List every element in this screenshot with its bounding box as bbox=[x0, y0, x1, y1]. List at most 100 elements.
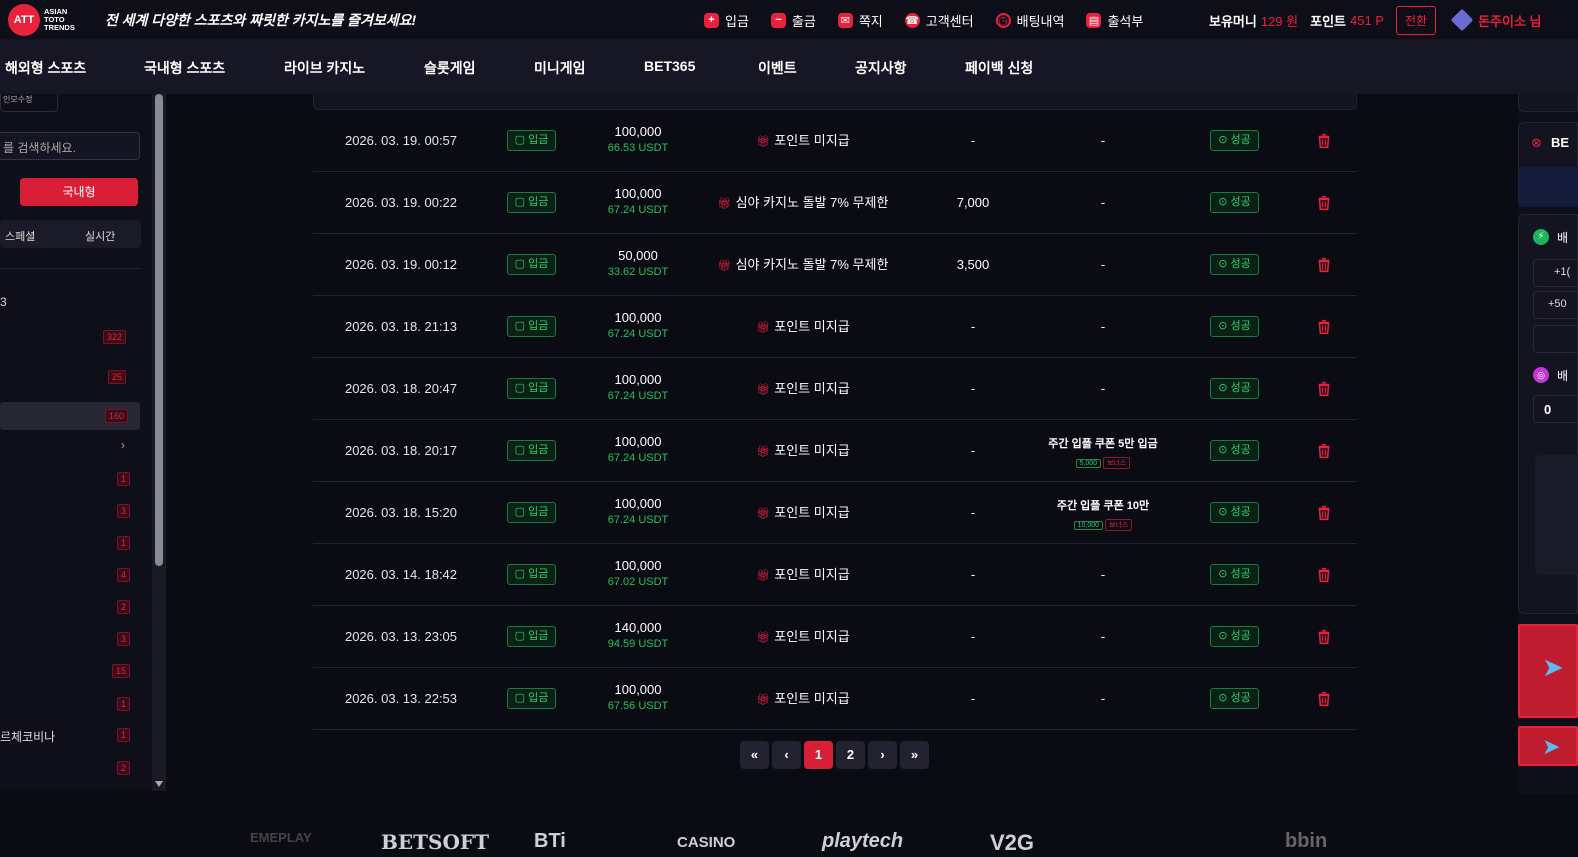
next-page-button[interactable]: › bbox=[868, 741, 897, 769]
amount-cell: 100,000 67.24 USDT bbox=[583, 372, 693, 404]
sidebar-top-tab[interactable]: 인모수정 bbox=[0, 94, 58, 112]
page-2-button[interactable]: 2 bbox=[836, 741, 865, 769]
table-row: 2026. 03. 19. 00:57 ▢ 입금 100,000 66.53 USDT… bbox=[313, 110, 1357, 172]
row-date: 2026. 03. 19. 00:22 bbox=[344, 195, 458, 210]
mainnav-event[interactable]: 이벤트 bbox=[758, 58, 797, 78]
delete-trash-icon[interactable] bbox=[1315, 380, 1333, 398]
delete-trash-icon[interactable] bbox=[1315, 504, 1333, 522]
domestic-button[interactable]: 국내형 bbox=[20, 178, 138, 206]
close-circle-icon[interactable]: ⊗ bbox=[1531, 135, 1542, 151]
right-panel: ⊗ BE ⚡ 배 +1( +50 ◎ 배 0 ➤ ➤ bbox=[1518, 94, 1578, 794]
topnav-attendance[interactable]: ▤ 출석부 bbox=[1086, 11, 1143, 30]
promo-cell: 🎁︎ 포인트 미지급 bbox=[756, 319, 850, 334]
username: 돈주이소 님 bbox=[1478, 13, 1542, 29]
list-item[interactable]: 1 bbox=[0, 690, 140, 718]
check-circle-icon: ⊙ bbox=[1218, 382, 1231, 394]
type-badge: ▢ 입금 bbox=[507, 130, 556, 151]
page-1-button[interactable]: 1 bbox=[804, 741, 833, 769]
list-item[interactable]: 4 bbox=[0, 561, 140, 589]
prev-page-button[interactable]: ‹ bbox=[772, 741, 801, 769]
amount-cell: 50,000 33.62 USDT bbox=[583, 248, 693, 280]
coupon-tag: 보너스 bbox=[1103, 457, 1131, 469]
mainnav-payback[interactable]: 페이백 신청 bbox=[965, 58, 1033, 78]
telegram-banner[interactable]: ➤ bbox=[1518, 624, 1578, 718]
amount-krw: 100,000 bbox=[614, 682, 662, 697]
row-date: 2026. 03. 14. 18:42 bbox=[344, 567, 458, 582]
mainnav-live-casino[interactable]: 라이브 카지노 bbox=[284, 58, 365, 78]
right-panel-tab[interactable] bbox=[1518, 94, 1578, 112]
quick-amount-button[interactable] bbox=[1533, 325, 1578, 353]
mainnav-overseas-sports[interactable]: 해외형 스포츠 bbox=[5, 58, 86, 78]
list-item[interactable]: 15 bbox=[0, 657, 140, 685]
mainnav-bet365[interactable]: BET365 bbox=[644, 58, 695, 74]
bet-panel: ⚡ 배 +1( +50 ◎ 배 0 bbox=[1518, 214, 1578, 614]
list-item[interactable]: 322 bbox=[0, 323, 140, 351]
amount-usdt: 66.53 USDT bbox=[607, 142, 669, 154]
mainnav-notice[interactable]: 공지사항 bbox=[855, 58, 907, 78]
provider-logo: V2G bbox=[990, 830, 1035, 855]
list-item[interactable]: 1 bbox=[0, 465, 140, 493]
switch-button[interactable]: 전환 bbox=[1395, 5, 1437, 35]
table-row: 2026. 03. 18. 20:47 ▢ 입금 100,000 67.24 USDT… bbox=[313, 358, 1357, 420]
sidebar-tabs: 스페셜 실시간 bbox=[0, 220, 141, 248]
first-page-button[interactable]: « bbox=[740, 741, 769, 769]
row-date: 2026. 03. 13. 22:53 bbox=[344, 691, 458, 706]
check-circle-icon: ⊙ bbox=[1218, 444, 1231, 456]
scroll-thumb[interactable] bbox=[155, 94, 163, 566]
list-item[interactable]: 1 bbox=[0, 529, 140, 557]
list-item[interactable]: › bbox=[0, 434, 140, 462]
delete-trash-icon[interactable] bbox=[1315, 690, 1333, 708]
amount-cell: 100,000 67.24 USDT bbox=[583, 310, 693, 342]
topnav-mail[interactable]: ✉ 쪽지 bbox=[837, 11, 883, 30]
sidebar-search-input[interactable]: 를 검색하세요. bbox=[0, 132, 140, 160]
type-badge: ▢ 입금 bbox=[507, 502, 556, 523]
list-item[interactable]: 3 bbox=[0, 625, 140, 653]
table-row: 2026. 03. 13. 22:53 ▢ 입금 100,000 67.56 USDT… bbox=[313, 668, 1357, 730]
telegram-banner-2[interactable]: ➤ bbox=[1518, 726, 1578, 766]
tab-live[interactable]: 실시간 bbox=[85, 228, 115, 244]
amount-krw: 100,000 bbox=[614, 372, 662, 387]
topnav-deposit[interactable]: + 입금 bbox=[704, 11, 749, 30]
list-item-active[interactable]: 160 bbox=[0, 402, 140, 430]
status-badge: ⊙ 성공 bbox=[1210, 688, 1259, 709]
list-item[interactable]: 2 bbox=[0, 754, 140, 782]
list-item[interactable]: 르체코비나 1 bbox=[0, 721, 140, 749]
table-row: 2026. 03. 18. 21:13 ▢ 입금 100,000 67.24 USDT… bbox=[313, 296, 1357, 358]
topnav-withdraw[interactable]: − 출금 bbox=[770, 11, 816, 30]
slogan: 전 세계 다양한 스포츠와 짜릿한 카지노를 즐겨보세요! bbox=[104, 11, 417, 28]
coupon-name: 주간 입플 쿠폰 10만 bbox=[1056, 500, 1150, 512]
delete-trash-icon[interactable] bbox=[1315, 194, 1333, 212]
user-menu[interactable]: 돈주이소 님 bbox=[1450, 8, 1542, 32]
mainnav-minigame[interactable]: 미니게임 bbox=[534, 58, 586, 78]
delete-trash-icon[interactable] bbox=[1315, 442, 1333, 460]
promo-cell: 🎁︎ 포인트 미지급 bbox=[756, 381, 850, 396]
provider-logo: CASINO bbox=[677, 834, 736, 851]
list-item[interactable]: 2 bbox=[0, 593, 140, 621]
delete-trash-icon[interactable] bbox=[1315, 256, 1333, 274]
sports-sidebar: 인모수정 를 검색하세요. 국내형 스페셜 실시간 3 322 25 160 ›… bbox=[0, 94, 152, 791]
sidebar-scrollbar[interactable] bbox=[152, 94, 166, 791]
promo-cell: 🎁︎ 포인트 미지급 bbox=[756, 629, 850, 644]
mainnav-domestic-sports[interactable]: 국내형 스포츠 bbox=[144, 58, 225, 78]
delete-trash-icon[interactable] bbox=[1315, 318, 1333, 336]
delete-trash-icon[interactable] bbox=[1315, 566, 1333, 584]
deposit-icon: + bbox=[704, 12, 719, 28]
delete-trash-icon[interactable] bbox=[1315, 132, 1333, 150]
list-item[interactable]: 25 bbox=[0, 363, 140, 391]
mainnav-slot[interactable]: 슬롯게임 bbox=[424, 58, 476, 78]
list-item[interactable]: 3 bbox=[0, 497, 140, 525]
topnav-bet-history[interactable]: ◷ 배팅내역 bbox=[995, 11, 1064, 30]
delete-trash-icon[interactable] bbox=[1315, 628, 1333, 646]
bet-amount-input[interactable]: 0 bbox=[1533, 395, 1578, 423]
row-date: 2026. 03. 18. 20:47 bbox=[344, 381, 458, 396]
top-nav: + 입금 − 출금 ✉ 쪽지 ☎ 고객센터 ◷ 배팅내역 ▤ 출석부 bbox=[704, 0, 1165, 40]
quick-amount-button[interactable]: +1( bbox=[1533, 259, 1578, 287]
site-logo[interactable]: ATT ASIAN TOTO TRENDS bbox=[8, 3, 75, 36]
scroll-down-icon[interactable] bbox=[155, 781, 163, 787]
quick-amount-button[interactable]: +50 bbox=[1533, 291, 1578, 319]
topnav-support[interactable]: ☎ 고객센터 bbox=[904, 11, 974, 30]
last-page-button[interactable]: » bbox=[900, 741, 929, 769]
check-circle-icon: ⊙ bbox=[1218, 320, 1231, 332]
tab-special[interactable]: 스페셜 bbox=[5, 228, 35, 244]
amount-krw: 100,000 bbox=[614, 558, 662, 573]
